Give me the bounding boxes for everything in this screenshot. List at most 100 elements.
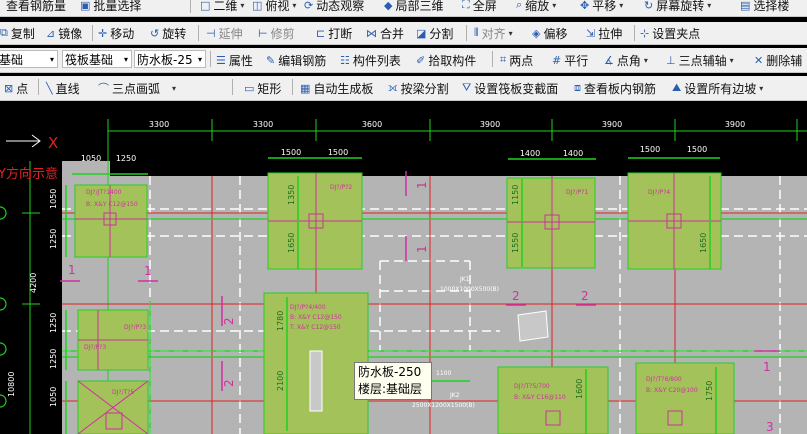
floor-select[interactable]: 基础 ▾ [0, 50, 58, 68]
trim-button[interactable]: ⊢ 修剪 [258, 22, 295, 44]
mirror-button[interactable]: ⊿ 镜像 [46, 22, 82, 44]
parallel-icon: # [552, 53, 562, 67]
dim-text: 3900 [480, 120, 500, 129]
point-angle-button[interactable]: ∡ 点角 ▾ [604, 48, 648, 72]
chevron-down-icon: ▾ [759, 83, 764, 93]
dim-text: 2100 [276, 371, 285, 391]
rotate-screen-icon: ↻ [644, 0, 654, 12]
dim-text: 1500 [687, 145, 707, 154]
zoom-button[interactable]: ⌕ 缩放 ▾ [516, 0, 556, 16]
set-grip-label: 设置夹点 [652, 26, 701, 41]
component-tooltip: 防水板-250 楼层:基础层 [354, 362, 432, 400]
select-floor-button[interactable]: ▤ 选择楼 [740, 0, 789, 16]
two-points-label: 两点 [509, 53, 534, 68]
component-select[interactable]: 防水板-25 ▾ [134, 50, 206, 68]
orbit-icon: ⟳ [304, 0, 314, 12]
top-view-button[interactable]: ◫ 俯视 ▾ [252, 0, 296, 16]
pad-p9[interactable] [635, 362, 735, 434]
rotate-label: 旋转 [162, 26, 187, 41]
type-select[interactable]: 筏板基础 ▾ [62, 50, 132, 68]
split-button[interactable]: ◪ 分割 [416, 22, 453, 44]
screen-rotate-button[interactable]: ↻ 屏幕旋转 ▾ [644, 0, 711, 16]
pad-label: T: X&Y C12@150 [289, 324, 341, 331]
two-d-button[interactable]: □ 二维 ▾ [200, 0, 244, 16]
line-label: 直线 [55, 81, 80, 96]
align-button[interactable]: ⫴ 对齐 ▾ [474, 22, 513, 44]
three-point-aux-label: 三点辅轴 [678, 53, 727, 68]
chevron-down-icon: ▾ [197, 54, 202, 64]
rotate-button[interactable]: ↺ 旋转 [150, 22, 186, 44]
full-screen-icon: ⛶ [462, 0, 470, 11]
section-mark: 1 [144, 264, 152, 278]
properties-button[interactable]: ☰ 属性 [216, 48, 253, 72]
parallel-label: 平行 [564, 53, 589, 68]
view-slab-rebar-label: 查看板内钢筋 [584, 81, 657, 96]
edit-rebar-label: 编辑钢筋 [278, 53, 327, 68]
align-icon: ⫴ [474, 26, 479, 39]
pad-label: DJ?/P?1 [566, 189, 588, 196]
rectangle-button[interactable]: ▭ 矩形 [244, 76, 281, 100]
point-button[interactable]: ⊠ 点 [4, 76, 28, 100]
break-button[interactable]: ⊏ 打断 [316, 22, 352, 44]
three-point-aux-button[interactable]: ⊥ 三点辅轴 ▾ [666, 48, 734, 72]
set-grip-button[interactable]: ⊹ 设置夹点 [640, 22, 700, 44]
line-button[interactable]: ╲ 直线 [46, 76, 80, 100]
delete-aux-button[interactable]: ✕ 删除辅 [754, 48, 802, 72]
toolbar-row-1: 查看钢筋量 ▣ 批量选择 □ 二维 ▾ ◫ 俯视 ▾ ⟳ 动态观察 ◆ 局部三维 ⛶ 全屏 ⌕ 缩… [0, 0, 807, 17]
copy-label: 复制 [10, 26, 35, 41]
two-points-icon: ⌗ [500, 53, 507, 66]
pan-label: 平移 [592, 0, 617, 13]
all-slopes-icon: ⛰ [672, 81, 682, 94]
auto-generate-button[interactable]: ▦ 自动生成板 [300, 76, 373, 100]
batch-select-button[interactable]: ▣ 批量选择 [80, 0, 141, 16]
separator [466, 25, 467, 41]
section-mark: 3 [766, 420, 774, 434]
local-3d-button[interactable]: ◆ 局部三维 [384, 0, 443, 16]
set-all-slopes-button[interactable]: ⛰ 设置所有边坡 ▾ [672, 76, 763, 100]
mirror-label: 镜像 [58, 26, 83, 41]
dim-text: 1050 [49, 387, 58, 407]
full-screen-button[interactable]: ⛶ 全屏 [462, 0, 497, 16]
view-rebar-qty-button[interactable]: 查看钢筋量 [6, 0, 66, 16]
dim-text: 1350 [287, 185, 296, 205]
chevron-down-icon: ▾ [643, 55, 648, 65]
set-raft-slope-button[interactable]: ⛛ 设置筏板变截面 [462, 76, 558, 100]
dynamic-observe-label: 动态观察 [316, 0, 365, 13]
point-angle-icon: ∡ [604, 53, 614, 67]
rectangle-icon: ▭ [244, 81, 255, 95]
three-point-arc-button[interactable]: ⌒ 三点画弧 ▾ [98, 76, 176, 100]
split-by-beam-button[interactable]: ⟗ 按梁分割 [388, 76, 449, 100]
dim-text: 3900 [602, 120, 622, 129]
chevron-down-icon: ▾ [240, 0, 245, 10]
view-slab-rebar-button[interactable]: ⧈ 查看板内钢筋 [574, 76, 656, 100]
stretch-button[interactable]: ⇲ 拉伸 [586, 22, 622, 44]
dynamic-observe-button[interactable]: ⟳ 动态观察 [304, 0, 364, 16]
pad-label: B: X&Y C12@150 [290, 314, 342, 321]
copy-button[interactable]: ⧉ 复制 [0, 22, 35, 44]
move-button[interactable]: ✛ 移动 [98, 22, 134, 44]
stretch-icon: ⇲ [586, 26, 596, 40]
parallel-button[interactable]: # 平行 [552, 48, 588, 72]
extend-icon: ⊣ [206, 26, 216, 40]
merge-button[interactable]: ⋈ 合并 [366, 22, 404, 44]
trim-icon: ⊢ [258, 26, 268, 40]
move-label: 移动 [110, 26, 135, 41]
merge-label: 合并 [380, 26, 405, 41]
extend-button[interactable]: ⊣ 延伸 [206, 22, 243, 44]
grip-icon: ⊹ [640, 26, 650, 40]
dim-text: 3300 [149, 120, 169, 129]
top-view-label: 俯视 [265, 0, 290, 13]
properties-label: 属性 [228, 53, 253, 68]
auto-generate-icon: ▦ [300, 81, 311, 95]
section-mark: 1 [68, 263, 76, 277]
trim-label: 修剪 [270, 26, 295, 41]
pan-button[interactable]: ✥ 平移 ▾ [580, 0, 623, 16]
line-icon: ╲ [46, 81, 53, 95]
offset-button[interactable]: ◈ 偏移 [532, 22, 567, 44]
two-points-button[interactable]: ⌗ 两点 [500, 48, 533, 72]
edit-rebar-button[interactable]: ✎ 编辑钢筋 [266, 48, 326, 72]
pad-label: DJ?/T?5 [112, 389, 134, 396]
section-mark: 2 [222, 317, 236, 325]
pick-component-button[interactable]: ✐ 拾取构件 [416, 48, 476, 72]
component-list-button[interactable]: ☷ 构件列表 [340, 48, 401, 72]
